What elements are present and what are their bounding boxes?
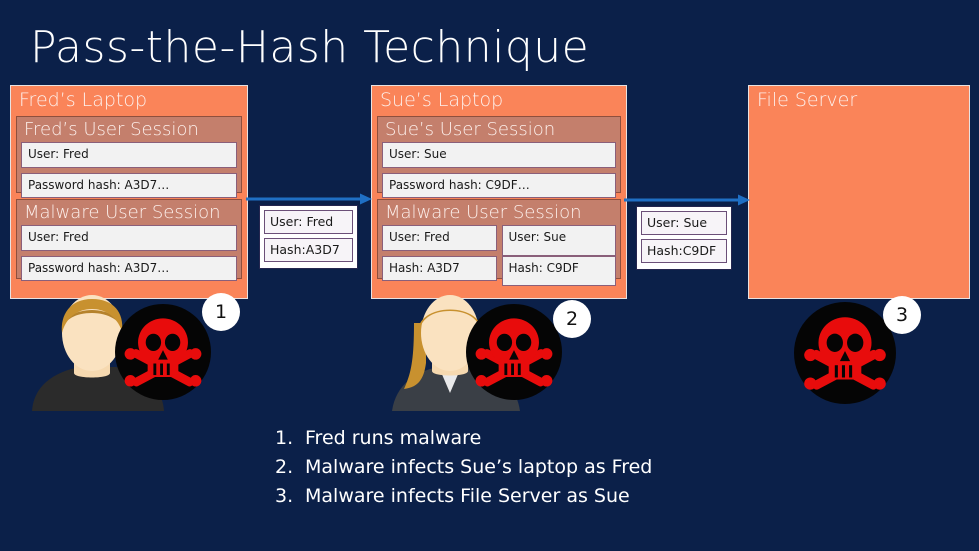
legend-label: Malware infects File Server as Sue (305, 485, 630, 507)
legend-item: 1. Fred runs malware (275, 424, 652, 453)
legend-number: 3. (275, 485, 294, 507)
legend-number: 1. (275, 427, 294, 449)
field-hash: Hash:C9DF (641, 238, 727, 263)
session-freds-user-session: Fred’s User Session User: Fred Password … (16, 115, 242, 198)
slide-canvas: Pass-the-Hash Technique Fred’s Laptop Fr… (0, 0, 979, 551)
packet-sue-credentials[interactable]: User: Sue Hash:C9DF (636, 206, 732, 270)
field-row-hashes: Hash: A3D7 Hash: C9DF (382, 255, 616, 286)
step-badge-2: 2 (553, 300, 591, 338)
field-user: User: Sue (641, 211, 727, 235)
field-password-hash: Password hash: C9DF… (382, 172, 616, 198)
legend-item: 2. Malware infects Sue’s laptop as Fred (275, 453, 652, 482)
page-title: Pass-the-Hash Technique (30, 22, 590, 73)
legend-number: 2. (275, 456, 294, 478)
skull-icon-1 (115, 304, 211, 400)
session-sues-user-session: Sue’s User Session User: Sue Password ha… (377, 115, 621, 198)
packet-fred-credentials[interactable]: User: Fred Hash:A3D7 (259, 205, 358, 269)
field-user-sue: User: Sue (501, 225, 616, 256)
session-malware-user-session: Malware User Session User: Fred Password… (16, 198, 242, 281)
panel-sues-laptop[interactable]: Sue’s Laptop Sue’s User Session User: Su… (371, 85, 627, 299)
legend-steps: 1. Fred runs malware 2. Malware infects … (275, 424, 652, 511)
step-badge-3: 3 (883, 296, 921, 334)
session-title: Sue’s User Session (385, 118, 556, 140)
field-hash-fred: Hash: A3D7 (382, 255, 497, 281)
field-user: User: Fred (264, 210, 353, 234)
field-hash-sue: Hash: C9DF (501, 255, 616, 286)
field-row-users: User: Fred User: Sue (382, 225, 616, 256)
panel-title-sues-laptop: Sue’s Laptop (380, 89, 504, 111)
legend-label: Malware infects Sue’s laptop as Fred (305, 456, 653, 478)
panel-title-file-server: File Server (757, 89, 858, 111)
skull-icon-3 (794, 302, 896, 404)
session-title: Malware User Session (385, 201, 582, 223)
field-password-hash: Password hash: A3D7… (21, 255, 237, 281)
field-user: User: Sue (382, 142, 616, 168)
session-title: Fred’s User Session (24, 118, 199, 140)
field-password-hash: Password hash: A3D7… (21, 172, 237, 198)
arrow-fred-to-sue (246, 193, 372, 205)
session-malware-user-session: Malware User Session User: Fred User: Su… (377, 198, 621, 286)
skull-icon-2 (466, 304, 562, 400)
field-hash: Hash:A3D7 (264, 237, 353, 262)
panel-freds-laptop[interactable]: Fred’s Laptop Fred’s User Session User: … (10, 85, 248, 299)
legend-label: Fred runs malware (305, 427, 482, 449)
session-title: Malware User Session (24, 201, 221, 223)
field-user-fred: User: Fred (382, 225, 497, 251)
field-user: User: Fred (21, 225, 237, 251)
legend-item: 3. Malware infects File Server as Sue (275, 482, 652, 511)
panel-file-server[interactable]: File Server (748, 85, 970, 299)
panel-title-freds-laptop: Fred’s Laptop (19, 89, 148, 111)
step-badge-1: 1 (202, 293, 240, 331)
field-user: User: Fred (21, 142, 237, 168)
arrow-sue-to-file-server (624, 194, 750, 206)
